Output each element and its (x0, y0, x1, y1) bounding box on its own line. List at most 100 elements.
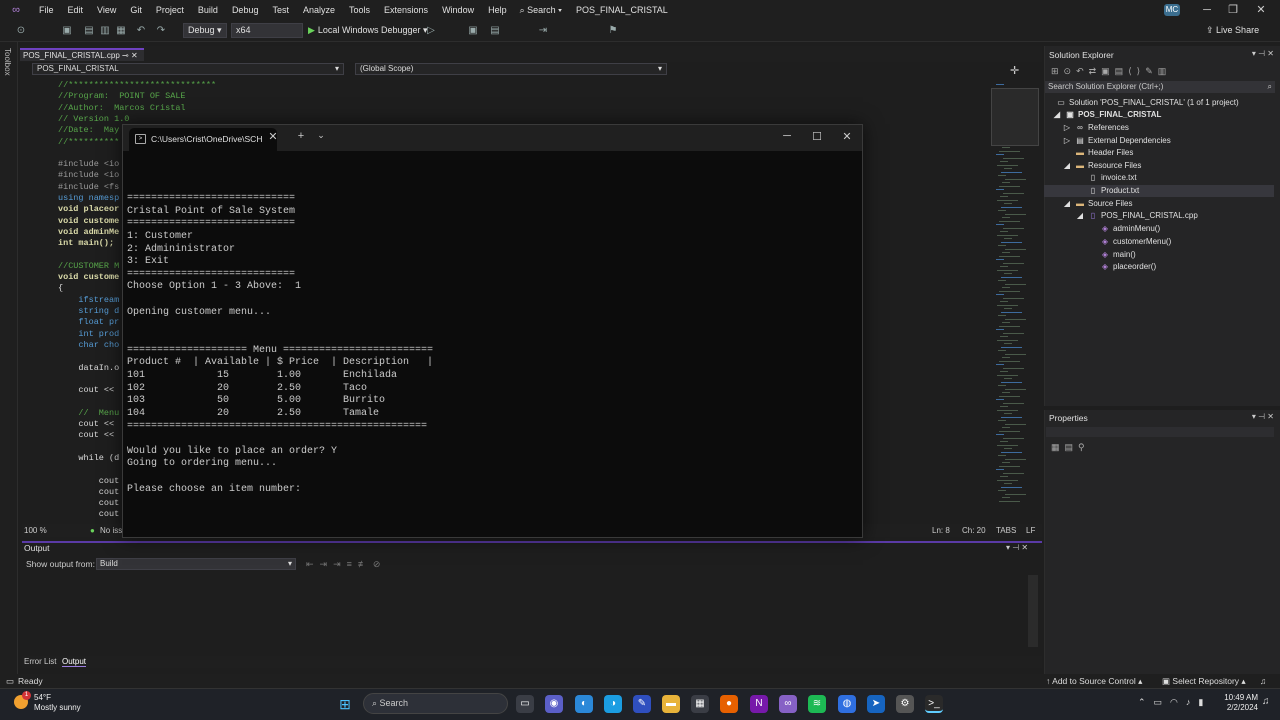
menu-item[interactable]: View (90, 5, 123, 15)
store-icon[interactable]: ▦ (691, 695, 709, 713)
configuration-select[interactable]: Debug ▾ (183, 23, 227, 38)
collapse-icon[interactable]: ▷ (1062, 135, 1072, 147)
menu-item[interactable]: Project (149, 5, 191, 15)
tab-output[interactable]: Output (62, 657, 87, 667)
terminal-maximize-icon[interactable]: ☐ (807, 130, 827, 143)
tree-resource-files[interactable]: ◢ ▬ Resource Files (1062, 160, 1141, 172)
tree-file-invoice[interactable]: ▯ invoice.txt (1088, 172, 1137, 184)
properties-object-select[interactable] (1046, 427, 1274, 437)
app-globe-icon[interactable]: ◍ (838, 695, 856, 713)
split-editor-icon[interactable]: ✛ (1010, 64, 1019, 77)
menu-item[interactable]: Git (123, 5, 149, 15)
issues-indicator[interactable]: No iss (100, 526, 122, 535)
new-project-icon[interactable]: ▣ (60, 24, 74, 38)
panel-options-icon[interactable]: ▾ ⊣ ✕ (1006, 543, 1028, 552)
tree-references[interactable]: ▷ ∞ References (1062, 122, 1129, 134)
terminal-tab-close-icon[interactable]: ✕ (263, 130, 283, 143)
collapse-icon[interactable]: ▷ (1062, 122, 1072, 134)
properties-toolbar-icons[interactable]: ▦▤⚲ (1051, 442, 1090, 453)
output-source-select[interactable]: Build ▾ (96, 558, 296, 570)
menu-item[interactable]: Help (481, 5, 514, 15)
save-icon[interactable]: ▥ (98, 24, 112, 38)
panel-options-icon[interactable]: ▾ ⊣ ✕ (1252, 49, 1274, 58)
select-repository-button[interactable]: ▣ Select Repository ▴ (1162, 676, 1246, 687)
firefox-icon[interactable]: ● (720, 695, 738, 713)
toolbar-format-icon[interactable]: ⇥ (536, 24, 550, 38)
menu-item[interactable]: Tools (342, 5, 377, 15)
save-all-icon[interactable]: ▦ (114, 24, 128, 38)
visual-studio-icon[interactable]: ∞ (779, 695, 797, 713)
tab-pos-final-cristal-cpp[interactable]: POS_FINAL_CRISTAL.cpp ⊸ ✕ (20, 48, 144, 61)
tree-function[interactable]: ◈ customerMenu() (1100, 236, 1171, 248)
start-without-debug-icon[interactable]: ▷ (424, 24, 438, 38)
settings-icon[interactable]: ⚙ (896, 695, 914, 713)
toolbar-layout-icon[interactable]: ▤ (488, 24, 502, 38)
platform-select[interactable]: x64 (231, 23, 303, 38)
terminal-window[interactable]: > C:\Users\Crist\OneDrive\SCH ✕ + ⌄ ─ ☐ … (122, 124, 863, 538)
tree-function[interactable]: ◈ adminMenu() (1100, 223, 1160, 235)
zoom-level[interactable]: 100 % (24, 526, 47, 535)
output-scrollbar[interactable] (1028, 575, 1038, 647)
menu-item[interactable]: Test (265, 5, 296, 15)
tree-source-files[interactable]: ◢ ▬ Source Files (1062, 198, 1133, 210)
terminal-tab[interactable]: > C:\Users\Crist\OneDrive\SCH (129, 128, 277, 151)
menu-item[interactable]: Analyze (296, 5, 342, 15)
tree-file-cpp[interactable]: ◢ ▯ POS_FINAL_CRISTAL.cpp (1075, 210, 1198, 222)
tree-solution[interactable]: ▭ Solution 'POS_FINAL_CRISTAL' (1 of 1 pr… (1056, 97, 1238, 109)
terminal-close-icon[interactable]: ✕ (837, 130, 857, 143)
tree-function[interactable]: ◈ placeorder() (1100, 261, 1156, 273)
tree-function[interactable]: ◈ main() (1100, 249, 1136, 261)
expand-icon[interactable]: ◢ (1062, 198, 1072, 210)
restore-icon[interactable]: ❐ (1222, 2, 1244, 18)
system-tray-icons[interactable]: ⌃▭◠♪▮ (1138, 697, 1211, 708)
bookmark-icon[interactable]: ⚑ (606, 24, 620, 38)
toolbox-strip[interactable]: Toolbox (0, 42, 18, 674)
terminal-icon[interactable]: >_ (925, 695, 943, 713)
output-toolbar-icons[interactable]: ⇤⇥⇥≡≢⊘ (306, 559, 386, 570)
teams-icon[interactable]: ◉ (545, 695, 563, 713)
tabs-indicator[interactable]: TABS (996, 526, 1016, 535)
toolbar-tool-icon[interactable]: ▣ (466, 24, 480, 38)
minimize-icon[interactable]: ─ (1196, 2, 1218, 18)
avatar[interactable]: MC (1164, 4, 1180, 16)
app-icon[interactable]: ✎ (633, 695, 651, 713)
live-share-button[interactable]: ⇪ Live Share (1206, 23, 1259, 38)
tab-error-list[interactable]: Error List (24, 657, 56, 666)
tree-file-product[interactable]: ▯ Product.txt (1044, 185, 1274, 197)
edge-icon[interactable]: ◑ (604, 695, 622, 713)
notification-bell-icon[interactable]: ♫ (1262, 696, 1270, 707)
expand-icon[interactable]: ◢ (1052, 109, 1062, 121)
redo-icon[interactable]: ↷ (154, 24, 168, 38)
weather-widget[interactable]: 54°F Mostly sunny (34, 693, 81, 713)
pin-icon[interactable]: ⊸ (122, 51, 129, 60)
close-icon[interactable]: ✕ (1250, 2, 1272, 18)
scope-nav-dropdown[interactable]: (Global Scope) ▾ (355, 63, 667, 75)
undo-icon[interactable]: ↶ (134, 24, 148, 38)
notifications-icon[interactable]: ♫ (1260, 676, 1266, 686)
clock[interactable]: 10:49 AM 2/2/2024 (1216, 693, 1258, 713)
project-nav-dropdown[interactable]: POS_FINAL_CRISTAL ▾ (32, 63, 344, 75)
panel-options-icon[interactable]: ▾ ⊣ ✕ (1252, 412, 1274, 421)
menu-item[interactable]: Build (191, 5, 225, 15)
new-tab-icon[interactable]: + (291, 130, 311, 142)
menu-item[interactable]: Edit (61, 5, 91, 15)
edge-dev-icon[interactable]: ◐ (575, 695, 593, 713)
tree-header-files[interactable]: ▬ Header Files (1075, 147, 1133, 159)
tab-close-icon[interactable]: ✕ (131, 51, 138, 60)
eol-indicator[interactable]: LF (1026, 526, 1035, 535)
terminal-output[interactable]: ============================ Cristal Poin… (127, 193, 433, 496)
minimap[interactable] (990, 84, 1042, 524)
menu-item[interactable]: File (32, 5, 61, 15)
terminal-minimize-icon[interactable]: ─ (777, 130, 797, 142)
tab-dropdown-icon[interactable]: ⌄ (311, 130, 331, 141)
menu-item[interactable]: Debug (225, 5, 266, 15)
taskbar-search[interactable]: ⌕ Search (363, 693, 508, 714)
open-icon[interactable]: ▤ (82, 24, 96, 38)
minimap-viewport[interactable] (991, 88, 1039, 146)
app-arrow-icon[interactable]: ➤ (867, 695, 885, 713)
spotify-icon[interactable]: ≋ (808, 695, 826, 713)
add-source-control-button[interactable]: ↑ Add to Source Control ▴ (1046, 676, 1142, 687)
search-menu[interactable]: ⌕ Search ▾ (520, 5, 562, 16)
start-debugger-button[interactable]: ▶ Local Windows Debugger ▾ (308, 23, 428, 38)
solution-search-input[interactable]: Search Solution Explorer (Ctrl+;) ⌕ (1045, 81, 1275, 93)
